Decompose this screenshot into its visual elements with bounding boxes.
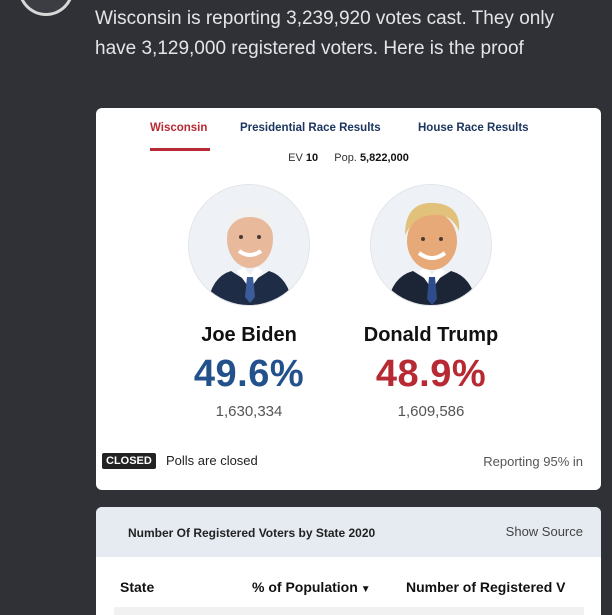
show-source-link[interactable]: Show Source — [506, 524, 583, 539]
tab-bar: Wisconsin Presidential Race Results Hous… — [96, 108, 601, 152]
ev-value: 10 — [305, 152, 319, 164]
candidate-percent: 48.9% — [375, 353, 487, 395]
table-title: Number Of Registered Voters by State 202… — [128, 526, 376, 540]
candidate-trump: Donald Trump 48.9% 1,609,586 — [336, 184, 526, 420]
column-header-label: % of Population — [252, 579, 358, 595]
pop-label: Pop. — [334, 152, 357, 164]
tab-house-results[interactable]: House Race Results — [418, 122, 529, 134]
election-results-card: Wisconsin Presidential Race Results Hous… — [96, 108, 601, 490]
candidate-name: Joe Biden — [201, 324, 297, 346]
table-header-bar: Number Of Registered Voters by State 202… — [96, 507, 601, 557]
candidate-name: Donald Trump — [363, 324, 499, 346]
candidate-biden: Joe Biden 49.6% 1,630,334 — [154, 184, 344, 420]
sort-down-icon[interactable]: ▼ — [361, 584, 371, 595]
tab-wisconsin[interactable]: Wisconsin — [150, 122, 207, 134]
pop-value: 5,822,000 — [359, 152, 409, 164]
candidate-votes: 1,609,586 — [397, 403, 465, 420]
polls-status-text: Polls are closed — [166, 453, 258, 468]
candidate-votes: 1,630,334 — [215, 403, 283, 420]
ev-label: EV — [288, 152, 303, 164]
registered-voters-card: Number Of Registered Voters by State 202… — [96, 507, 601, 615]
avatar[interactable] — [18, 0, 74, 16]
candidate-photo — [188, 184, 310, 306]
state-info: EV 10 Pop. 5,822,000 — [96, 152, 601, 164]
reporting-status: Reporting 95% in — [483, 454, 583, 469]
candidate-photo — [370, 184, 492, 306]
tweet-text: Wisconsin is reporting 3,239,920 votes c… — [95, 8, 555, 59]
closed-badge: CLOSED — [102, 453, 156, 469]
column-header-state[interactable]: State — [120, 579, 154, 595]
table-row — [114, 607, 584, 615]
column-header-percent-population[interactable]: % of Population ▼ — [252, 579, 371, 595]
column-header-registered-voters[interactable]: Number of Registered V — [406, 579, 586, 595]
tab-presidential-results[interactable]: Presidential Race Results — [240, 122, 381, 134]
candidate-percent: 49.6% — [193, 353, 305, 395]
active-tab-indicator — [150, 148, 210, 151]
